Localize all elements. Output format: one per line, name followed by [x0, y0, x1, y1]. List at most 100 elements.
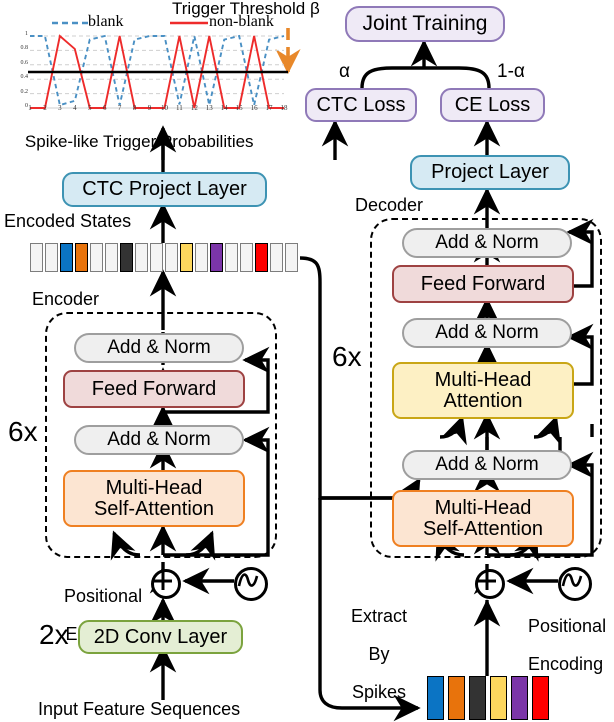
spike-state-cell [469, 676, 486, 720]
chart-y-tick-label: 0.8 [20, 45, 29, 52]
conv-layer-node[interactable]: 2D Conv Layer [78, 620, 243, 654]
encoder-sinusoid-icon [234, 567, 268, 601]
chart-y-ticks: 0 0.2 0.4 0.6 0.8 1 [8, 31, 30, 109]
spike-state-cell [532, 676, 549, 720]
encoded-state-cell [150, 243, 163, 272]
input-feature-sequences-label: Input Feature Sequences [38, 699, 241, 719]
ctc-project-layer-label: CTC Project Layer [82, 178, 247, 200]
encoded-state-cell [225, 243, 238, 272]
joint-training-node[interactable]: Joint Training [345, 6, 505, 42]
decoder-add-norm-bottom-label: Add & Norm [435, 454, 539, 476]
chart-y-tick-label: 0.6 [20, 59, 29, 66]
encoder-repeat-label: 6x [8, 416, 38, 447]
encoded-state-cell [60, 243, 73, 272]
encoded-state-cell [240, 243, 253, 272]
chart-x-tick-label: 8 [132, 104, 137, 112]
encoded-state-cell [45, 243, 58, 272]
chart-x-tick-label: 15 [235, 104, 243, 112]
decoder-mhsa-label-line2: Self-Attention [422, 517, 544, 540]
chart-x-tick-label: 1 [28, 104, 32, 112]
encoded-state-cell [210, 243, 223, 272]
spike-state-cell [490, 676, 507, 720]
chart-x-tick-label: 3 [58, 104, 62, 112]
encoded-states-row [30, 243, 300, 272]
chart-x-tick-label: 18 [280, 104, 288, 112]
ctc-project-layer-node[interactable]: CTC Project Layer [62, 172, 267, 207]
encoded-state-cell [120, 243, 133, 272]
decoder-repeat-label: 6x [332, 341, 362, 372]
pe-enc-line1: Positional [64, 586, 143, 607]
chart-x-tick-label: 14 [220, 104, 228, 112]
encoded-state-cell [90, 243, 103, 272]
project-layer-node[interactable]: Project Layer [410, 155, 570, 190]
extract-line2: By [368, 644, 390, 665]
ctc-loss-label: CTC Loss [316, 93, 406, 116]
decoder-add-norm-top[interactable]: Add & Norm [402, 228, 572, 258]
decoder-feed-forward-label: Feed Forward [420, 272, 546, 295]
chart-caption: Spike-like Trigger Probabilities [6, 115, 254, 169]
ce-loss-node[interactable]: CE Loss [440, 88, 545, 122]
encoder-mhsa-label-line1: Multi-Head [105, 476, 203, 499]
threshold-title: Trigger Threshold β [172, 0, 320, 18]
conv-layer-label: 2D Conv Layer [93, 625, 228, 648]
decoder-mhsa-label-line1: Multi-Head [434, 496, 532, 519]
alpha-weight-label: α [339, 61, 350, 82]
encoder-label: Encoder [32, 289, 100, 309]
chart-y-tick-label: 0.4 [20, 74, 29, 81]
encoded-state-cell [165, 243, 178, 272]
encoder-add-norm-bottom-label: Add & Norm [107, 429, 211, 451]
decoder-mha-label-line1: Multi-Head [434, 368, 532, 391]
chart-x-tick-label: 5 [88, 104, 92, 112]
encoder-feed-forward[interactable]: Feed Forward [63, 370, 245, 408]
chart-x-tick-label: 9 [147, 104, 152, 112]
encoder-feed-forward-label: Feed Forward [91, 377, 217, 400]
ctc-loss-node[interactable]: CTC Loss [305, 88, 417, 122]
encoder-sum-node [151, 569, 181, 599]
chart-series-blank [30, 34, 285, 107]
chart-x-tick-label: 7 [117, 104, 122, 112]
encoder-mhsa-label-line2: Self-Attention [93, 497, 215, 520]
figure-root: blank non-blank 0 0.2 0.4 0.6 0.8 1 123456789… [0, 0, 614, 722]
decoder-multi-head-attention[interactable]: Multi-Head Attention [392, 362, 574, 419]
decoder-add-norm-bottom[interactable]: Add & Norm [402, 450, 572, 480]
chart-x-tick-label: 16 [250, 104, 258, 112]
encoded-state-cell [105, 243, 118, 272]
encoded-state-cell [75, 243, 88, 272]
encoded-states-label: Encoded States [4, 211, 132, 231]
extract-line1: Extract [351, 606, 408, 627]
chart-x-tick-label: 12 [190, 104, 198, 112]
decoder-sinusoid-icon [558, 567, 592, 601]
encoder-multi-head-self-attention[interactable]: Multi-Head Self-Attention [63, 470, 245, 527]
chart-x-tick-label: 4 [73, 104, 77, 112]
decoder-add-norm-middle-label: Add & Norm [435, 322, 539, 344]
decoder-feed-forward[interactable]: Feed Forward [392, 265, 574, 303]
trigger-probability-chart: blank non-blank 0 0.2 0.4 0.6 0.8 1 123456789… [8, 12, 298, 122]
chart-y-tick-label: 1 [25, 31, 28, 37]
chart-x-tick-label: 17 [265, 104, 273, 112]
encoded-state-cell [195, 243, 208, 272]
chart-x-tick-label: 11 [176, 104, 183, 112]
chart-x-tick-label: 10 [160, 104, 168, 112]
decoder-label: Decoder [355, 195, 424, 215]
project-layer-label: Project Layer [431, 161, 549, 183]
encoder-add-norm-top-label: Add & Norm [107, 337, 211, 359]
chart-x-tick-label: 6 [102, 104, 107, 112]
spike-state-cell [448, 676, 465, 720]
encoded-state-cell [30, 243, 43, 272]
chart-x-tick-label: 13 [205, 104, 213, 112]
chart-y-tick-label: 0.2 [20, 88, 29, 95]
extract-line3: Spikes [351, 682, 407, 703]
spike-extracted-states-row [427, 676, 553, 720]
decoder-mha-label-line2: Attention [443, 389, 523, 412]
encoded-state-cell [255, 243, 268, 272]
one-minus-alpha-weight-label: 1-α [497, 61, 525, 82]
encoder-add-norm-bottom[interactable]: Add & Norm [74, 425, 244, 455]
decoder-add-norm-middle[interactable]: Add & Norm [402, 318, 572, 348]
chart-x-tick-label: 2 [43, 104, 47, 112]
encoded-state-cell [285, 243, 298, 272]
encoder-add-norm-top[interactable]: Add & Norm [74, 333, 244, 363]
encoded-state-cell [270, 243, 283, 272]
chart-caption-line1: Spike-like Trigger Probabilities [24, 132, 254, 152]
decoder-multi-head-self-attention[interactable]: Multi-Head Self-Attention [392, 490, 574, 547]
spike-state-cell [427, 676, 444, 720]
